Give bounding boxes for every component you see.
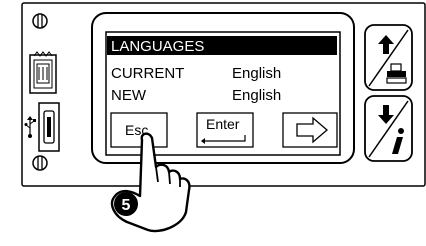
- new-language-label: NEW: [111, 87, 147, 104]
- step-badge: 5: [114, 192, 138, 216]
- up-feed-button[interactable]: [364, 24, 413, 91]
- serial-port-icon: [29, 51, 57, 94]
- down-info-button[interactable]: [364, 95, 413, 162]
- enter-button-label: Enter: [206, 116, 240, 132]
- new-language-value: English: [232, 87, 281, 104]
- printer-control-panel-illustration: LANGUAGES CURRENT English NEW English Es…: [21, 2, 426, 233]
- top-screw-icon: [32, 13, 48, 29]
- step-number: 5: [122, 197, 131, 214]
- screen-title: LANGUAGES: [111, 38, 204, 55]
- next-arrow-button[interactable]: [282, 112, 338, 148]
- current-language-label: CURRENT: [111, 65, 184, 82]
- bottom-screw-icon: [32, 155, 48, 171]
- esc-button[interactable]: Esc: [110, 112, 168, 148]
- current-language-value: English: [232, 65, 281, 82]
- enter-button[interactable]: Enter: [196, 112, 254, 148]
- usb-port-icon: [38, 102, 60, 152]
